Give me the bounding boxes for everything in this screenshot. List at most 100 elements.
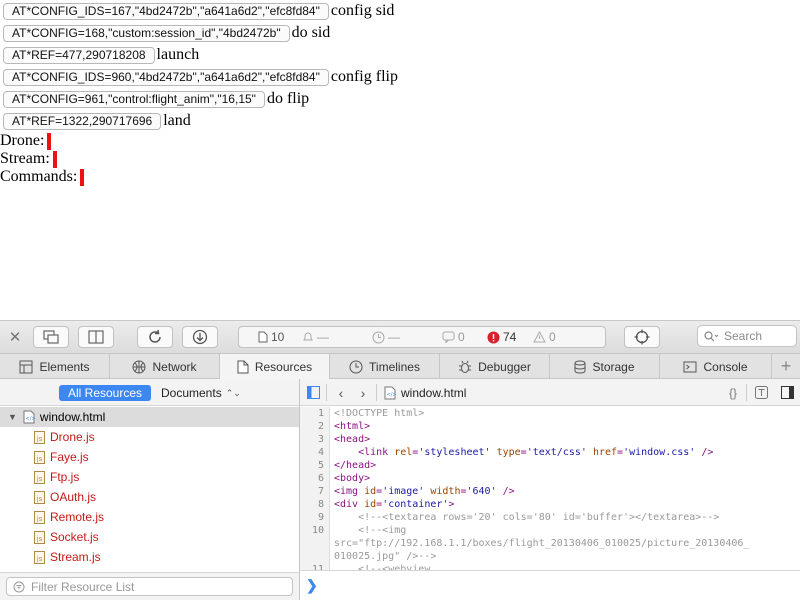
command-label: launch	[156, 46, 200, 63]
tree-item-label: Drone.js	[50, 430, 95, 444]
command-button[interactable]: AT*REF=477,290718208	[3, 46, 155, 64]
tab-label: Console	[703, 359, 748, 374]
command-row: AT*CONFIG_IDS=960,"4bd2472b","a641a6d2",…	[0, 66, 800, 88]
tree-item-script[interactable]: js Ftp.js	[0, 467, 299, 487]
detach-window-button[interactable]	[33, 326, 69, 348]
tree-item-label: Ftp.js	[50, 470, 80, 484]
code-text: <!--<img	[334, 524, 406, 537]
load-time[interactable]: —	[372, 326, 400, 348]
document-icon	[258, 331, 268, 343]
tab-debugger[interactable]: Debugger	[440, 354, 550, 379]
code-token: <div	[334, 499, 365, 510]
detach-window-icon	[43, 330, 59, 344]
disclosure-triangle-icon[interactable]: ▼	[8, 412, 17, 422]
code-token: 'stylesheet'	[418, 447, 491, 458]
tree-item-script[interactable]: js Remote.js	[0, 507, 299, 527]
reload-button[interactable]	[137, 326, 173, 348]
code-line: 6 <body>	[300, 472, 800, 485]
javascript-file-icon: js	[34, 510, 45, 524]
close-inspector-button[interactable]: ✕	[4, 326, 26, 348]
quick-console[interactable]: ❯	[300, 570, 800, 600]
resource-count[interactable]: 10	[258, 326, 284, 348]
search-input[interactable]: Search	[697, 325, 797, 347]
tab-console[interactable]: Console	[660, 354, 772, 379]
tab-network[interactable]: Network	[110, 354, 220, 379]
code-text: <div id='container'>	[334, 498, 454, 511]
network-weight[interactable]: —	[302, 326, 329, 348]
javascript-file-icon: js	[34, 430, 45, 444]
command-button[interactable]: AT*REF=1322,290717696	[3, 112, 162, 130]
tab-label: Elements	[39, 359, 90, 374]
inspect-element-button[interactable]	[624, 326, 660, 348]
pretty-print-button[interactable]: {}	[724, 379, 742, 406]
command-button[interactable]: AT*CONFIG=168,"custom:session_id","4bd24…	[3, 24, 290, 42]
tab-label: Timelines	[369, 359, 420, 374]
command-button[interactable]: AT*CONFIG=961,"control:flight_anim","16,…	[3, 90, 265, 108]
javascript-file-icon: js	[34, 550, 45, 564]
line-number: 2	[317, 421, 324, 432]
back-button[interactable]: ‹	[332, 379, 350, 406]
scope-all-resources[interactable]: All Resources	[59, 385, 152, 401]
scope-documents-select[interactable]: Documents ⌃⌄	[161, 385, 241, 401]
code-token: 'text/css'	[526, 447, 587, 458]
forward-button[interactable]: ›	[354, 379, 372, 406]
inspector-toolbar: ✕ 10 — — 0 74 0 Search	[0, 320, 800, 353]
download-button[interactable]	[182, 326, 218, 348]
code-token: <link	[358, 447, 395, 458]
tab-label: Debugger	[478, 359, 531, 374]
add-tab-button[interactable]: +	[772, 354, 800, 379]
source-code-view[interactable]: 1 <!DOCTYPE html> 2 <html> 3 <head> 4 <link re…	[300, 407, 800, 570]
network-icon	[132, 360, 146, 373]
tab-elements[interactable]: Elements	[0, 354, 110, 379]
command-button[interactable]: AT*CONFIG_IDS=960,"4bd2472b","a641a6d2",…	[3, 68, 329, 86]
code-text: 010025.jpg" />-->	[334, 550, 436, 563]
content-nav-bar: ‹ › </> window.html {}	[300, 379, 800, 406]
inspector-tab-bar: Elements Network Resources Timelines Deb…	[0, 353, 800, 379]
tree-item-script[interactable]: js Socket.js	[0, 527, 299, 547]
speech-bubble-icon	[442, 331, 455, 343]
tree-item-script[interactable]: js Stream.js	[0, 547, 299, 567]
text-view-button[interactable]	[752, 379, 770, 406]
breadcrumb[interactable]: </> window.html	[384, 379, 466, 406]
load-time-value: —	[388, 330, 400, 344]
code-token: <head>	[334, 434, 371, 445]
code-line: 7 <img id='image' width='640' />	[300, 485, 800, 498]
toggle-details-sidebar-button[interactable]	[778, 379, 796, 406]
command-label: config sid	[330, 2, 395, 19]
code-line: 010025.jpg" />-->	[300, 550, 800, 563]
warning-icon	[533, 331, 546, 343]
dock-side-button[interactable]	[78, 326, 114, 348]
tab-storage[interactable]: Storage	[550, 354, 660, 379]
tree-item-label: Socket.js	[50, 530, 99, 544]
code-line: 4 <link rel='stylesheet' type='text/css'…	[300, 446, 800, 459]
warning-count[interactable]: 0	[533, 326, 556, 348]
tab-timelines[interactable]: Timelines	[330, 354, 440, 379]
tree-item-script[interactable]: js Drone.js	[0, 427, 299, 447]
code-token: id	[364, 486, 377, 497]
log-count-value: 0	[458, 330, 465, 344]
error-count[interactable]: 74	[487, 326, 516, 348]
code-token: 010025.jpg" />-->	[334, 551, 437, 562]
line-number: 11	[311, 564, 324, 570]
tab-label: Storage	[592, 359, 635, 374]
error-icon	[487, 331, 500, 343]
log-count[interactable]: 0	[442, 326, 465, 348]
resource-filter-bar: Filter Resource List	[0, 572, 299, 600]
resources-icon	[237, 360, 249, 373]
line-number: 8	[317, 499, 324, 510]
code-token: rel	[394, 447, 413, 458]
command-button[interactable]: AT*CONFIG_IDS=167,"4bd2472b","a641a6d2",…	[3, 2, 329, 20]
tree-item-window-html[interactable]: ▼ </> window.html	[0, 407, 299, 427]
tab-label: Network	[152, 359, 197, 374]
filter-resource-input[interactable]: Filter Resource List	[6, 577, 293, 596]
toggle-sidebar-button[interactable]	[304, 379, 322, 406]
command-label: land	[163, 112, 191, 129]
tab-resources[interactable]: Resources	[220, 354, 330, 379]
updown-chevron-icon: ⌃⌄	[225, 387, 241, 398]
tree-item-script[interactable]: js OAuth.js	[0, 487, 299, 507]
command-label: do flip	[266, 90, 310, 107]
text-icon	[754, 386, 768, 399]
code-token: id	[364, 499, 377, 510]
tree-item-script[interactable]: js Faye.js	[0, 447, 299, 467]
